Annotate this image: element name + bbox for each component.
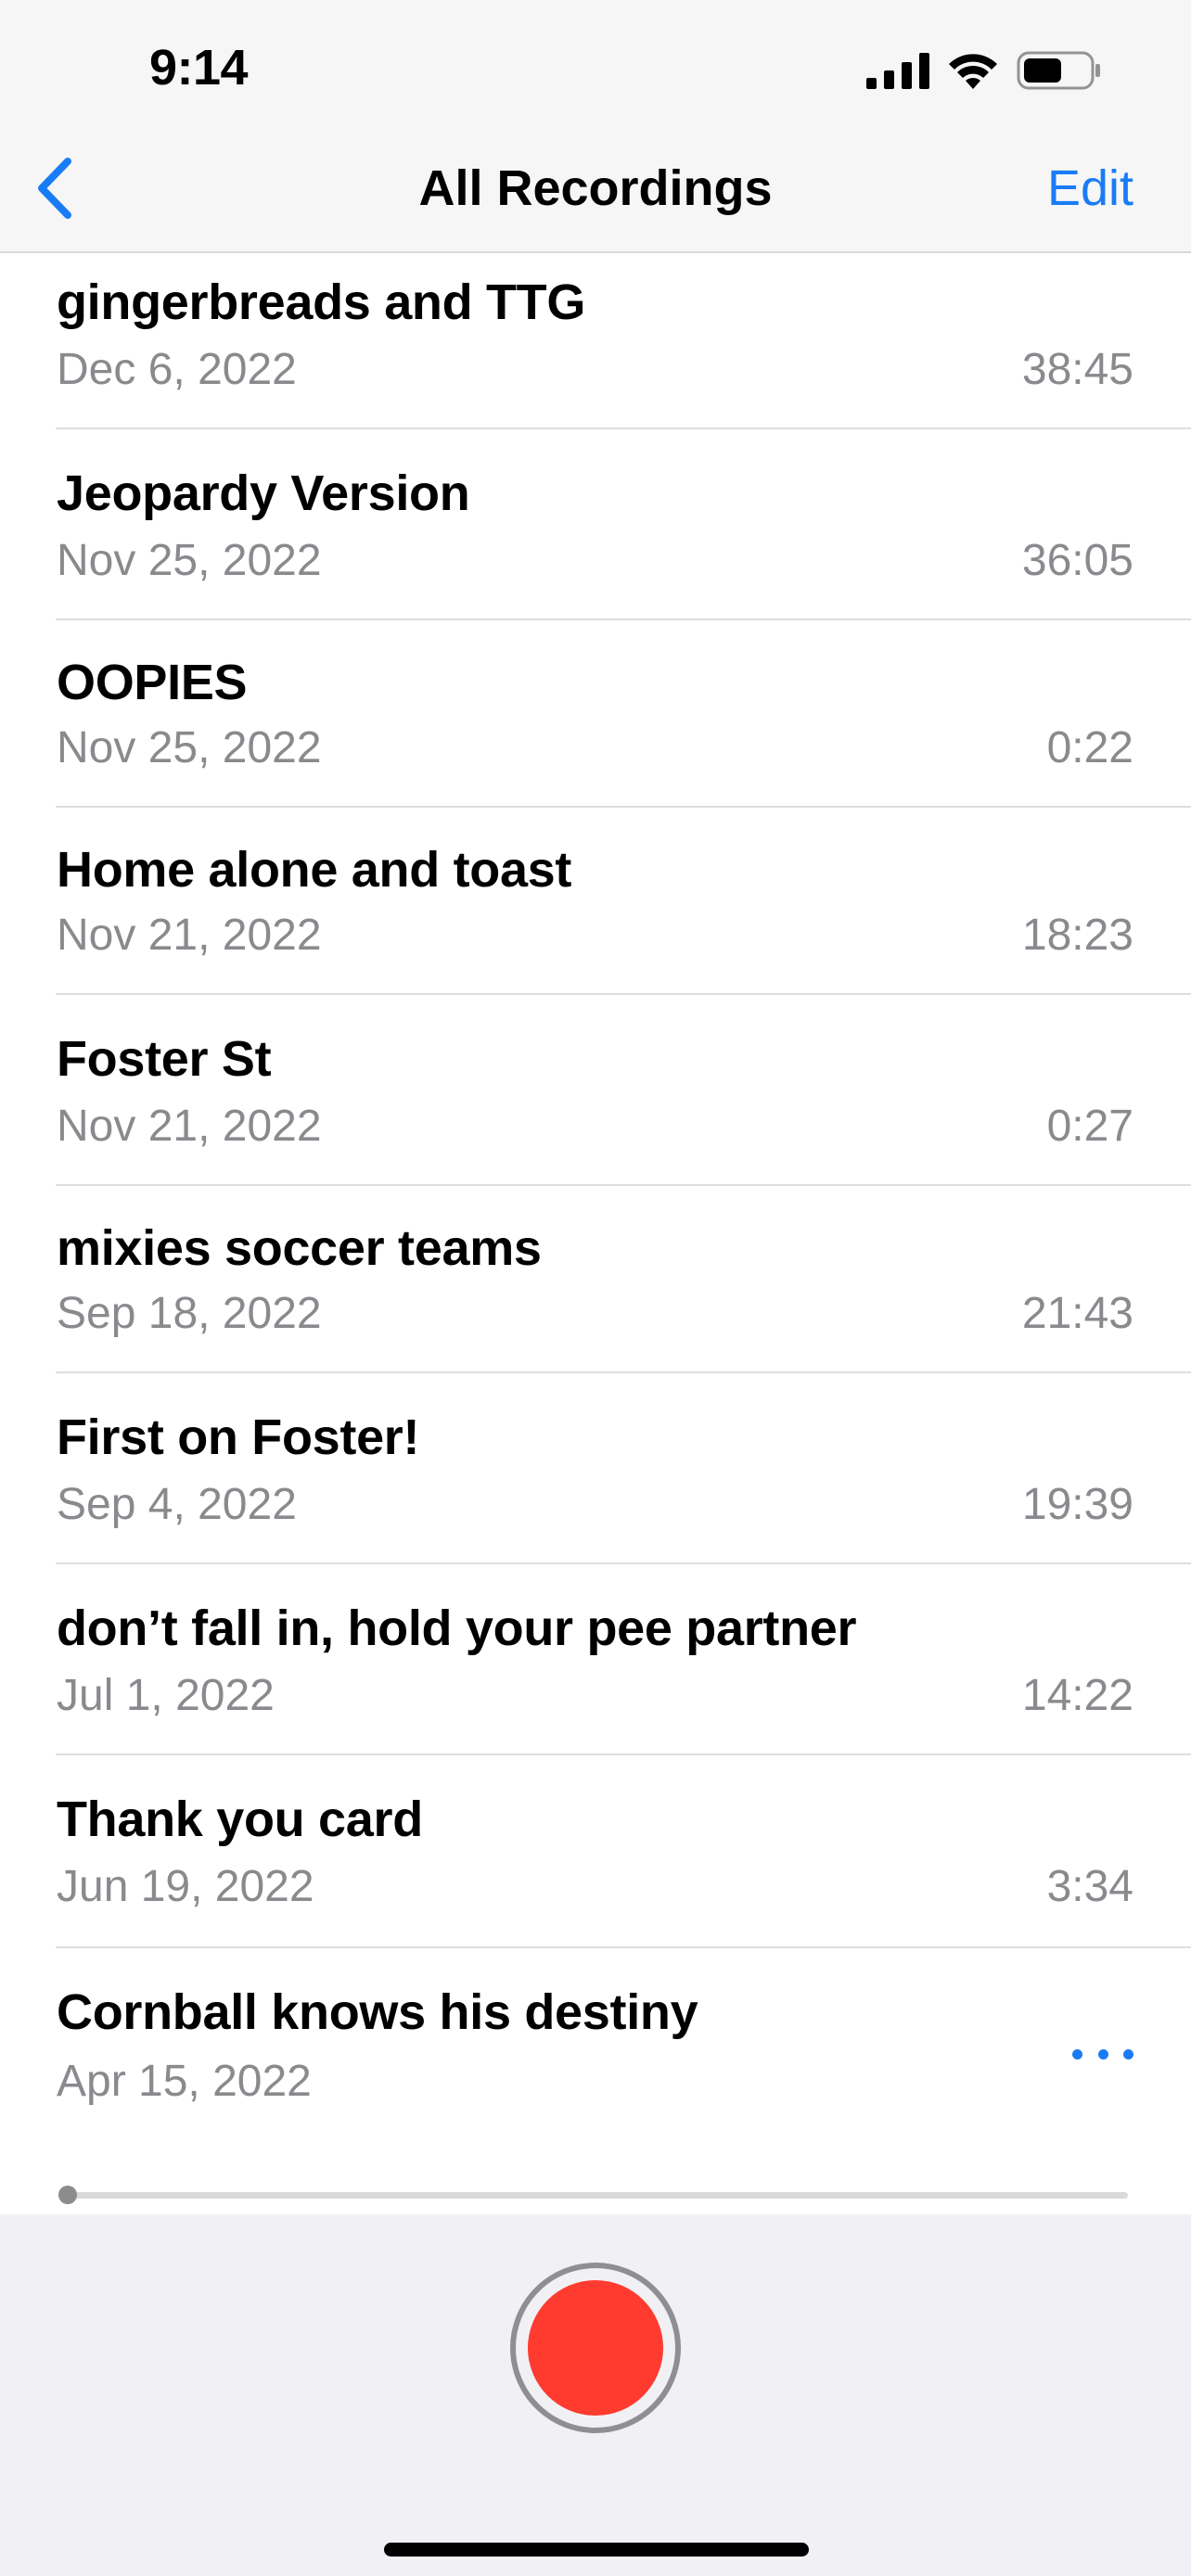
- recording-title: mixies soccer teams: [57, 1220, 542, 1276]
- recording-date: Nov 25, 2022: [57, 536, 322, 585]
- ellipsis-icon: [1072, 2048, 1082, 2060]
- recording-date: Jul 1, 2022: [57, 1671, 275, 1720]
- recording-duration: 0:22: [1046, 723, 1133, 772]
- recording-duration: 14:22: [1021, 1671, 1133, 1720]
- recording-row[interactable]: Cornball knows his destiny Apr 15, 2022: [0, 1948, 1191, 2152]
- recording-duration: 0:27: [1046, 1102, 1133, 1151]
- recording-row[interactable]: Home alone and toast Nov 21, 2022 18:23: [0, 808, 1191, 995]
- status-icons: [866, 50, 1102, 91]
- top-bar: 9:14 All Recordings Edit: [0, 0, 1191, 253]
- recording-row[interactable]: don’t fall in, hold your pee partner Jul …: [0, 1564, 1191, 1755]
- recording-title: don’t fall in, hold your pee partner: [57, 1600, 857, 1656]
- recording-duration: 38:45: [1021, 345, 1133, 394]
- recording-title: Thank you card: [57, 1792, 423, 1847]
- recording-date: Apr 15, 2022: [57, 2057, 312, 2106]
- recording-date: Nov 25, 2022: [57, 723, 322, 772]
- battery-icon: [1017, 51, 1100, 90]
- recording-row[interactable]: Jeopardy Version Nov 25, 2022 36:05: [0, 429, 1191, 620]
- scrubber-thumb[interactable]: [58, 2186, 77, 2204]
- recording-duration: 21:43: [1021, 1289, 1133, 1338]
- ellipsis-icon: [1097, 2048, 1108, 2060]
- recording-date: Nov 21, 2022: [57, 1102, 322, 1151]
- recording-row[interactable]: mixies soccer teams Sep 18, 2022 21:43: [0, 1186, 1191, 1373]
- recording-row[interactable]: Thank you card Jun 19, 2022 3:34: [0, 1755, 1191, 1948]
- recording-date: Jun 19, 2022: [57, 1862, 314, 1911]
- home-indicator: [384, 2543, 809, 2557]
- recording-date: Dec 6, 2022: [57, 345, 297, 394]
- voice-memos-screen: 9:14 All Recordings Edit gingerbreads an…: [0, 0, 1191, 2576]
- wifi-icon: [949, 54, 997, 89]
- record-button[interactable]: [510, 2263, 681, 2433]
- recording-title: First on Foster!: [57, 1409, 420, 1465]
- record-dot: [528, 2280, 663, 2416]
- recording-row[interactable]: OOPIES Nov 25, 2022 0:22: [0, 620, 1191, 808]
- cellular-signal-icon: [866, 53, 929, 89]
- recording-title: Jeopardy Version: [57, 465, 470, 521]
- ellipsis-icon: [1123, 2048, 1133, 2060]
- recording-title: Cornball knows his destiny: [57, 1984, 698, 2040]
- recording-title: gingerbreads and TTG: [57, 274, 586, 330]
- playback-scrubber[interactable]: [58, 2186, 1128, 2204]
- recording-duration: 3:34: [1046, 1862, 1133, 1911]
- scrubber-track: [58, 2192, 1128, 2199]
- recordings-list: gingerbreads and TTG Dec 6, 2022 38:45 Jeop…: [0, 253, 1191, 2152]
- page-title: All Recordings: [418, 160, 773, 216]
- status-time: 9:14: [149, 40, 249, 96]
- recording-date: Nov 21, 2022: [57, 911, 322, 960]
- recording-duration: 18:23: [1021, 911, 1133, 960]
- recording-duration: 36:05: [1021, 536, 1133, 585]
- edit-button[interactable]: Edit: [1047, 159, 1133, 217]
- more-options-button[interactable]: [1072, 2035, 1133, 2072]
- bottom-toolbar: [0, 2214, 1191, 2576]
- recording-title: Home alone and toast: [57, 842, 572, 898]
- recording-date: Sep 4, 2022: [57, 1480, 297, 1529]
- recording-title: Foster St: [57, 1031, 272, 1087]
- recording-title: OOPIES: [57, 655, 248, 710]
- recording-duration: 19:39: [1021, 1480, 1133, 1529]
- recording-row[interactable]: gingerbreads and TTG Dec 6, 2022 38:45: [0, 253, 1191, 429]
- recording-date: Sep 18, 2022: [57, 1289, 322, 1338]
- recording-row[interactable]: First on Foster! Sep 4, 2022 19:39: [0, 1373, 1191, 1564]
- recording-row[interactable]: Foster St Nov 21, 2022 0:27: [0, 995, 1191, 1186]
